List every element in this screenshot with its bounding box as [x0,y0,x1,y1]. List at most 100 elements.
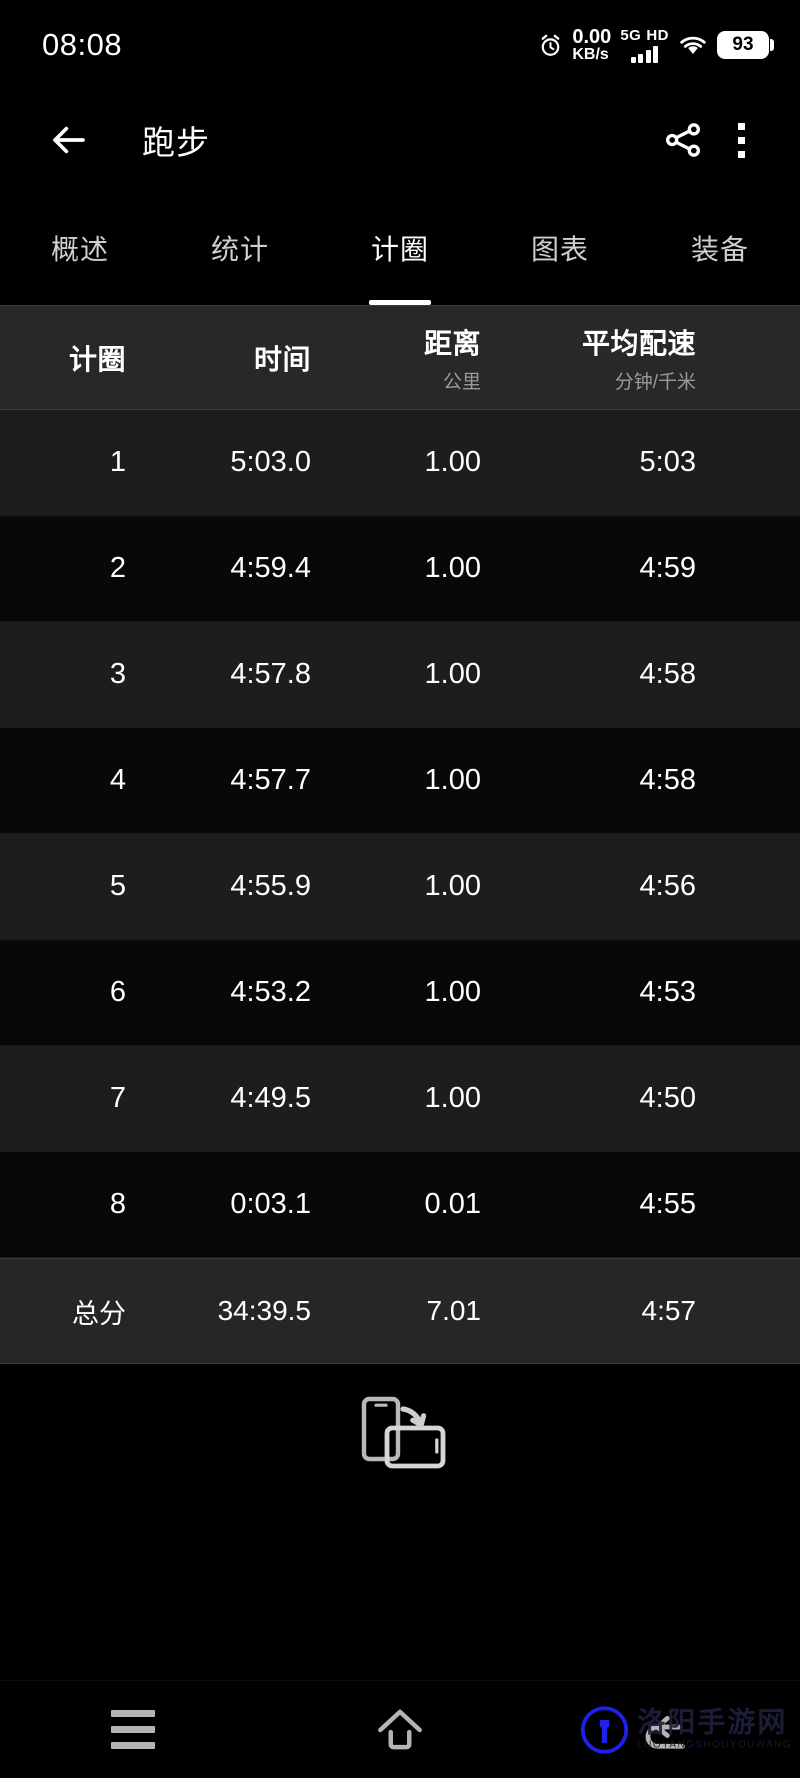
site-watermark: 洛阳手游网 LUOYANGSHOUYOUWANG [581,1706,792,1753]
cell-time: 4:49.5 [230,1082,311,1114]
network-speed-unit: KB/s [572,46,609,63]
table-row[interactable]: 2 4:59.4 1.00 4:59 [0,516,800,622]
rotate-hint[interactable] [0,1364,800,1502]
tab-indicator [689,300,751,305]
cell-time: 0:03.1 [230,1188,311,1220]
tab-laps-label: 计圈 [370,233,429,265]
totals-label: 总分 [72,1298,126,1329]
cell-lap: 6 [109,976,126,1008]
tab-laps[interactable]: 计圈 [320,190,480,305]
table-row[interactable]: 4 4:57.7 1.00 4:58 [0,728,800,834]
alarm-clock-icon [538,33,563,58]
tab-gear-label: 装备 [690,233,749,265]
cell-distance: 1.00 [424,1082,481,1114]
cell-pace: 4:58 [639,764,696,796]
nav-recents-button[interactable] [0,1710,267,1749]
page-title: 跑步 [142,124,210,161]
column-header-lap-title: 计圈 [68,343,126,375]
cell-distance: 1.00 [424,552,481,584]
table-row[interactable]: 1 5:03.0 1.00 5:03 [0,410,800,516]
cell-distance: 1.00 [424,764,481,796]
cell-pace: 4:53 [639,976,696,1008]
system-nav-bar: 洛阳手游网 LUOYANGSHOUYOUWANG [0,1680,800,1778]
cell-pace: 5:03 [639,446,696,478]
screen-rotation-icon [354,1394,446,1472]
column-header-time: 时间 [130,338,315,378]
cell-pace: 4:58 [639,658,696,690]
content-filler [0,1502,800,1680]
status-clock: 08:08 [42,27,123,62]
share-icon [665,123,701,157]
cell-distance: 1.00 [424,870,481,902]
back-button[interactable] [40,111,98,169]
phone-screen: 08:08 0.00 KB/s 5G HD 93 跑步 概述 统计 计圈 图表 … [0,0,800,1778]
site-logo-icon [581,1706,629,1753]
column-header-pace: 平均配速 分钟/千米 [485,322,700,394]
cell-lap: 1 [109,446,126,478]
more-vertical-icon [737,122,745,158]
cell-lap: 4 [109,764,126,796]
cell-time: 5:03.0 [230,446,311,478]
watermark-en: LUOYANGSHOUYOUWANG [637,1739,792,1751]
cell-distance: 1.00 [424,446,481,478]
watermark-cn: 洛阳手游网 [637,1706,788,1738]
status-bar: 08:08 0.00 KB/s 5G HD 93 [0,0,800,90]
table-row[interactable]: 8 0:03.1 0.01 4:55 [0,1152,800,1258]
network-speed-value: 0.00 [572,26,612,48]
tab-statistics[interactable]: 统计 [160,190,320,305]
tab-statistics-label: 统计 [210,233,269,265]
column-header-time-title: 时间 [253,343,311,375]
cell-lap: 7 [109,1082,126,1114]
back-arrow-icon [53,126,85,154]
battery-cap-icon [770,39,774,51]
tab-overview-label: 概述 [50,233,109,265]
hd-label: HD [646,27,669,44]
totals-pace: 4:57 [641,1295,697,1326]
share-button[interactable] [654,111,712,169]
signal-bars-icon [630,46,659,63]
cell-time: 4:59.4 [230,552,311,584]
tab-gear[interactable]: 装备 [640,190,800,305]
cell-distance: 1.00 [424,658,481,690]
tab-overview[interactable]: 概述 [0,190,160,305]
tab-bar: 概述 统计 计圈 图表 装备 [0,190,800,305]
table-row[interactable]: 6 4:53.2 1.00 4:53 [0,940,800,1046]
cell-pace: 4:55 [639,1188,696,1220]
totals-time: 34:39.5 [217,1295,311,1326]
network-type-label: 5G [620,27,642,44]
column-header-pace-title: 平均配速 [581,327,696,359]
battery-percent: 93 [717,31,769,59]
table-row[interactable]: 7 4:49.5 1.00 4:50 [0,1046,800,1152]
tab-charts-label: 图表 [530,233,589,265]
cell-distance: 1.00 [424,976,481,1008]
column-header-distance-title: 距离 [423,327,481,359]
nav-home-button[interactable] [267,1706,534,1754]
cell-lap: 3 [109,658,126,690]
wifi-icon [678,33,708,57]
cell-lap: 2 [109,552,126,584]
column-header-lap: 计圈 [0,338,130,378]
tab-indicator [209,300,271,305]
cell-time: 4:57.7 [230,764,311,796]
tab-indicator [529,300,591,305]
cell-time: 4:53.2 [230,976,311,1008]
cell-pace: 4:50 [639,1082,696,1114]
table-totals-row: 总分 34:39.5 7.01 4:57 [0,1258,800,1364]
column-header-distance: 距离 公里 [315,322,485,394]
table-row[interactable]: 5 4:55.9 1.00 4:56 [0,834,800,940]
tab-charts[interactable]: 图表 [480,190,640,305]
overflow-menu-button[interactable] [712,111,770,169]
cell-pace: 4:59 [639,552,696,584]
cell-lap: 5 [109,870,126,902]
cellular-indicator: 5G HD [620,27,669,63]
app-bar: 跑步 [0,90,800,190]
table-row[interactable]: 3 4:57.8 1.00 4:58 [0,622,800,728]
menu-icon [111,1710,156,1749]
battery-indicator: 93 [717,31,774,59]
laps-table: 计圈 时间 距离 公里 平均配速 分钟/千米 1 5:03.0 1.00 5:0… [0,305,800,1680]
network-speed-indicator: 0.00 KB/s [572,27,611,63]
watermark-text: 洛阳手游网 LUOYANGSHOUYOUWANG [637,1706,792,1751]
table-header-row: 计圈 时间 距离 公里 平均配速 分钟/千米 [0,305,800,410]
cell-distance: 0.01 [424,1188,481,1220]
cell-lap: 8 [109,1188,126,1220]
